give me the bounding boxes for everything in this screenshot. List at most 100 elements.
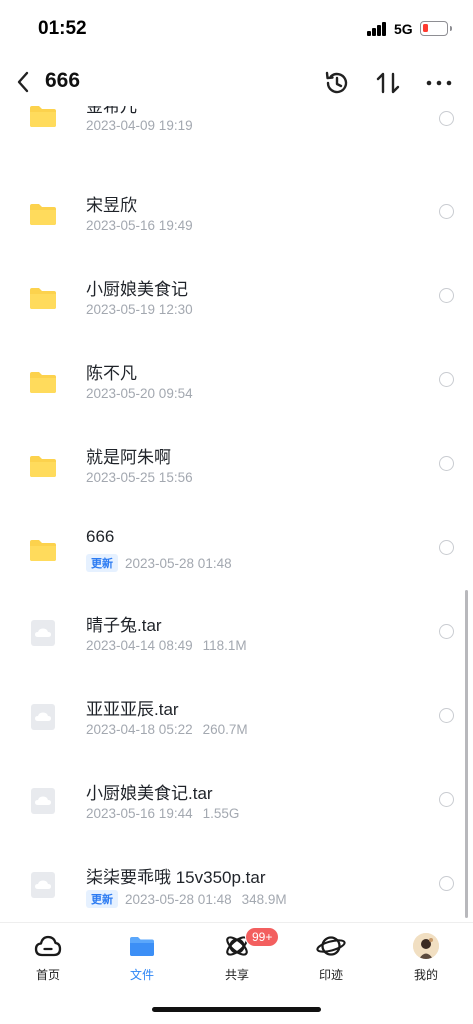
list-item[interactable]: 金希儿 2023-04-09 19:19 bbox=[0, 106, 473, 166]
item-date: 2023-05-28 01:48 bbox=[125, 555, 232, 571]
item-size: 1.55G bbox=[202, 806, 240, 821]
back-button[interactable] bbox=[8, 64, 38, 100]
item-name: 晴子兔.tar bbox=[86, 616, 162, 635]
list-item[interactable]: 666 更新 2023-05-28 01:48 bbox=[0, 502, 473, 586]
item-size: 348.9M bbox=[241, 891, 287, 907]
avatar bbox=[413, 933, 439, 959]
item-date: 2023-04-14 08:49 bbox=[86, 638, 193, 653]
select-checkbox[interactable] bbox=[439, 456, 454, 471]
select-checkbox[interactable] bbox=[439, 111, 454, 126]
scrollbar[interactable] bbox=[465, 590, 468, 918]
item-name: 小厨娘美食记.tar bbox=[86, 784, 213, 803]
avatar-icon bbox=[411, 931, 441, 961]
item-meta: 2023-05-20 09:54 bbox=[86, 386, 193, 401]
folder-icon bbox=[30, 456, 56, 477]
select-checkbox[interactable] bbox=[439, 624, 454, 639]
list-item[interactable]: 柒柒要乖哦 15v350p.tar 更新 2023-05-28 01:48 348.… bbox=[0, 838, 473, 922]
archive-file-icon bbox=[31, 872, 55, 898]
nav-bar: 666 bbox=[0, 58, 473, 106]
folder-icon bbox=[127, 931, 157, 961]
item-meta: 2023-05-19 12:30 bbox=[86, 302, 193, 317]
item-meta: 2023-05-16 19:49 bbox=[86, 218, 193, 233]
folder-icon bbox=[30, 106, 56, 127]
item-name: 金希儿 bbox=[86, 106, 137, 116]
item-date: 2023-05-25 15:56 bbox=[86, 470, 193, 485]
file-list: 金希儿 2023-04-09 19:19 宋昱欣 2023-05-16 19:4… bbox=[0, 106, 473, 922]
tab-label: 首页 bbox=[35, 968, 60, 982]
item-date: 2023-05-16 19:44 bbox=[86, 806, 193, 821]
tab-label: 共享 bbox=[224, 968, 249, 982]
status-bar: 01:52 5G bbox=[0, 0, 473, 58]
folder-icon bbox=[30, 372, 56, 393]
item-meta: 更新 2023-05-28 01:48 348.9M bbox=[86, 890, 287, 908]
tab-label: 我的 bbox=[413, 968, 438, 982]
network-label: 5G bbox=[394, 21, 413, 37]
sort-button[interactable] bbox=[371, 66, 405, 100]
more-icon bbox=[426, 80, 452, 86]
history-button[interactable] bbox=[320, 66, 354, 100]
select-checkbox[interactable] bbox=[439, 792, 454, 807]
item-name: 陈不凡 bbox=[86, 364, 137, 383]
item-date: 2023-05-20 09:54 bbox=[86, 386, 193, 401]
update-badge: 更新 bbox=[86, 554, 118, 572]
item-meta: 2023-05-16 19:44 1.55G bbox=[86, 806, 239, 821]
item-size: 118.1M bbox=[202, 638, 247, 653]
update-badge: 更新 bbox=[86, 890, 118, 908]
history-icon bbox=[325, 71, 348, 94]
sort-icon bbox=[376, 72, 400, 94]
tab-label: 文件 bbox=[129, 968, 154, 982]
notification-badge: 99+ bbox=[245, 927, 280, 947]
item-meta: 2023-04-09 19:19 bbox=[86, 118, 193, 133]
list-item[interactable]: 晴子兔.tar 2023-04-14 08:49 118.1M bbox=[0, 586, 473, 670]
select-checkbox[interactable] bbox=[439, 876, 454, 891]
folder-icon bbox=[30, 204, 56, 225]
select-checkbox[interactable] bbox=[439, 288, 454, 303]
item-date: 2023-04-09 19:19 bbox=[86, 118, 193, 133]
more-button[interactable] bbox=[422, 66, 456, 100]
item-name: 就是阿朱啊 bbox=[86, 448, 171, 467]
tab-bar: 首页 文件 共享 99+ 印迹 我的 bbox=[0, 922, 473, 1024]
tab-me[interactable]: 我的 bbox=[396, 931, 456, 987]
list-item[interactable]: 宋昱欣 2023-05-16 19:49 bbox=[0, 166, 473, 250]
status-time: 01:52 bbox=[38, 18, 87, 39]
page-title: 666 bbox=[45, 69, 81, 92]
folder-icon bbox=[30, 288, 56, 309]
home-indicator bbox=[152, 1007, 321, 1012]
item-date: 2023-04-18 05:22 bbox=[86, 722, 193, 737]
planet-icon bbox=[316, 931, 346, 961]
item-name: 柒柒要乖哦 15v350p.tar bbox=[86, 868, 266, 887]
select-checkbox[interactable] bbox=[439, 540, 454, 555]
archive-file-icon bbox=[31, 620, 55, 646]
item-meta: 2023-04-18 05:22 260.7M bbox=[86, 722, 248, 737]
item-meta: 2023-04-14 08:49 118.1M bbox=[86, 638, 247, 653]
tab-label: 印迹 bbox=[318, 968, 343, 982]
item-meta: 2023-05-25 15:56 bbox=[86, 470, 193, 485]
list-item[interactable]: 陈不凡 2023-05-20 09:54 bbox=[0, 334, 473, 418]
item-date: 2023-05-19 12:30 bbox=[86, 302, 193, 317]
battery-icon bbox=[420, 21, 452, 36]
select-checkbox[interactable] bbox=[439, 372, 454, 387]
archive-file-icon bbox=[31, 704, 55, 730]
tab-traces[interactable]: 印迹 bbox=[301, 931, 361, 987]
select-checkbox[interactable] bbox=[439, 708, 454, 723]
list-item[interactable]: 小厨娘美食记.tar 2023-05-16 19:44 1.55G bbox=[0, 754, 473, 838]
cloud-home-icon bbox=[33, 931, 63, 961]
item-name: 亚亚亚辰.tar bbox=[86, 700, 179, 719]
item-date: 2023-05-16 19:49 bbox=[86, 218, 193, 233]
chevron-left-icon bbox=[17, 71, 29, 93]
item-size: 260.7M bbox=[202, 722, 248, 737]
tab-files[interactable]: 文件 bbox=[112, 931, 172, 987]
list-item[interactable]: 就是阿朱啊 2023-05-25 15:56 bbox=[0, 418, 473, 502]
item-name: 666 bbox=[86, 527, 115, 546]
list-item[interactable]: 亚亚亚辰.tar 2023-04-18 05:22 260.7M bbox=[0, 670, 473, 754]
tab-home[interactable]: 首页 bbox=[18, 931, 78, 987]
item-meta: 更新 2023-05-28 01:48 bbox=[86, 554, 232, 572]
item-name: 小厨娘美食记 bbox=[86, 280, 188, 299]
select-checkbox[interactable] bbox=[439, 204, 454, 219]
folder-icon bbox=[30, 540, 56, 561]
list-item[interactable]: 小厨娘美食记 2023-05-19 12:30 bbox=[0, 250, 473, 334]
item-date: 2023-05-28 01:48 bbox=[125, 891, 232, 907]
item-name: 宋昱欣 bbox=[86, 196, 137, 215]
archive-file-icon bbox=[31, 788, 55, 814]
signal-icon bbox=[367, 22, 387, 36]
